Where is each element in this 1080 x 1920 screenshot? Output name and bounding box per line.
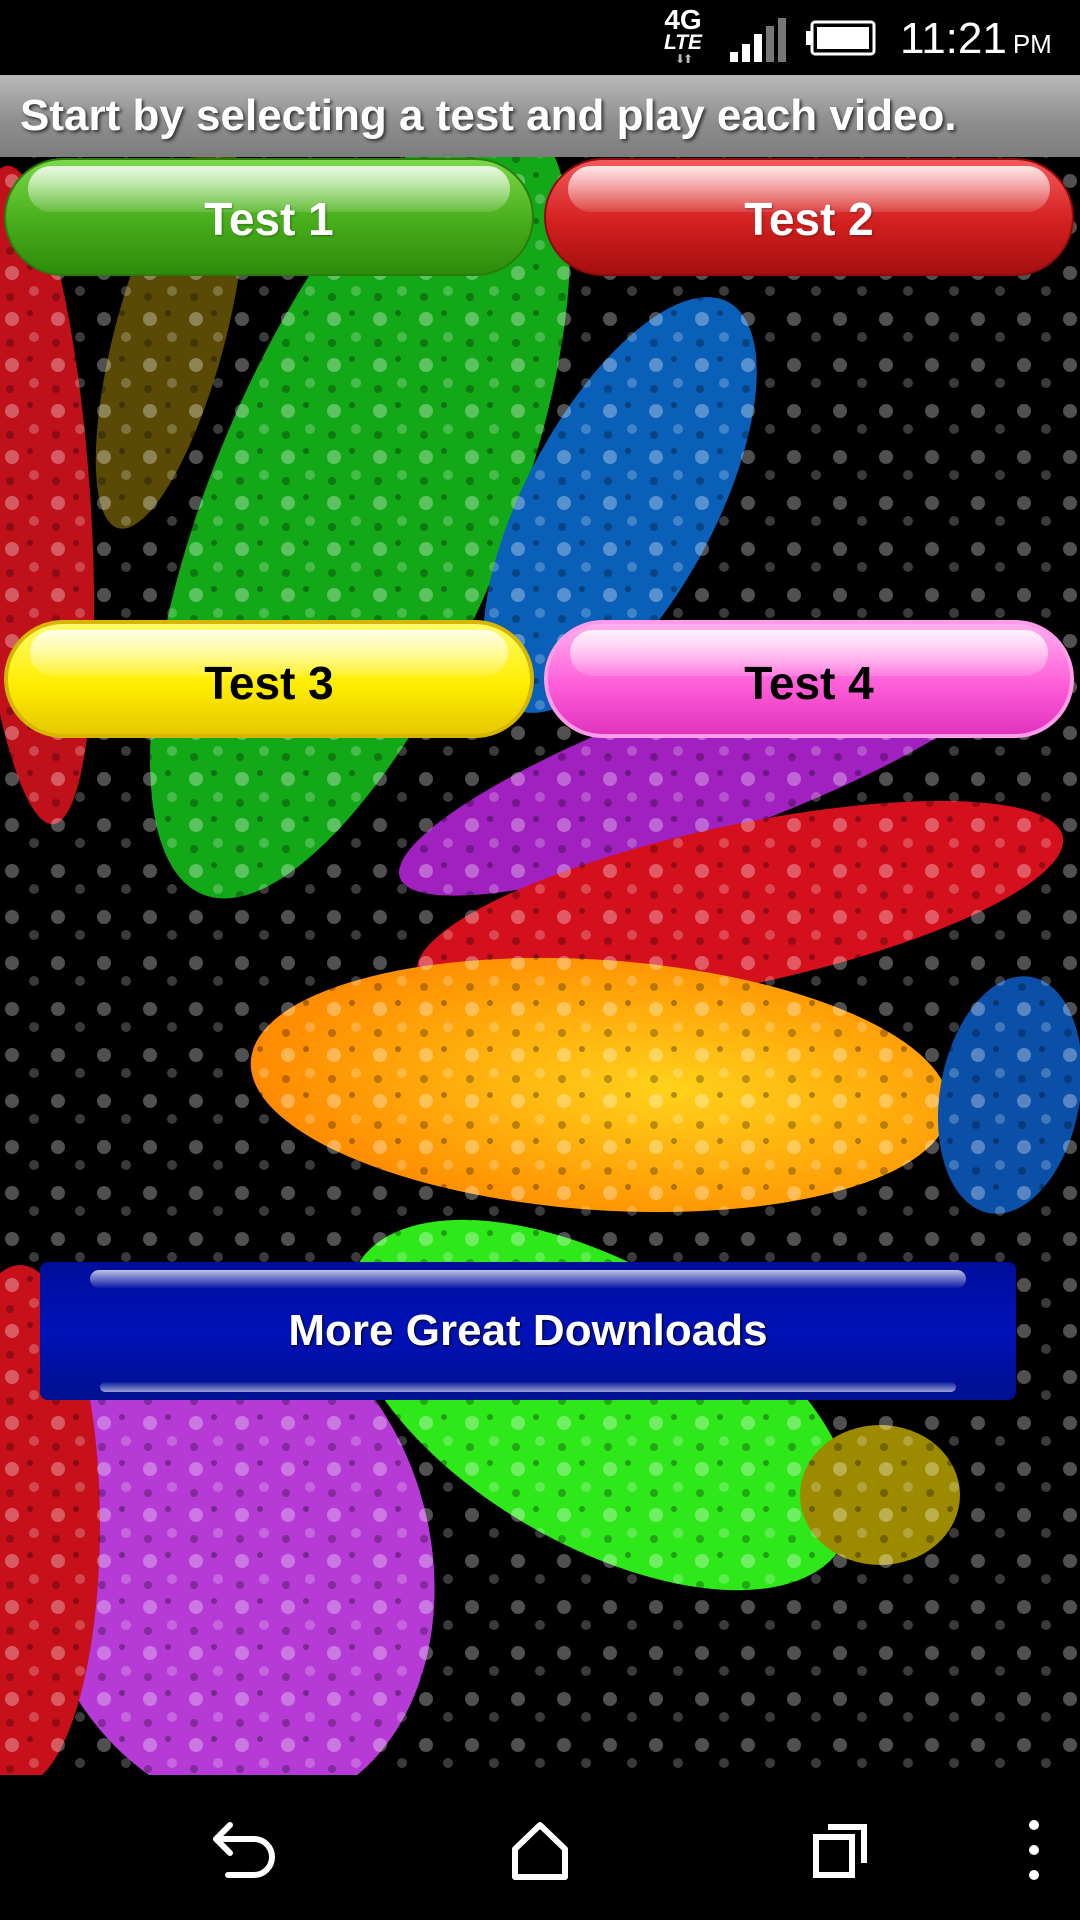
battery-icon: [806, 20, 876, 56]
recents-icon[interactable]: [796, 1805, 886, 1895]
background-wallpaper: [0, 75, 1080, 1775]
back-icon[interactable]: [196, 1805, 286, 1895]
signal-icon: [730, 18, 786, 62]
test-1-button[interactable]: Test 1: [4, 158, 534, 276]
network-4g-lte-icon: 4G LTE ⬇⬆: [663, 4, 703, 66]
navigation-bar: [0, 1775, 1080, 1920]
test-4-label: Test 4: [744, 657, 874, 709]
test-3-label: Test 3: [204, 657, 334, 709]
more-downloads-button[interactable]: More Great Downloads: [40, 1262, 1016, 1400]
status-bar: 4G LTE ⬇⬆ 11:21 PM: [0, 0, 1080, 75]
test-3-button[interactable]: Test 3: [4, 620, 534, 738]
test-1-label: Test 1: [204, 193, 334, 245]
test-2-label: Test 2: [744, 193, 874, 245]
overflow-menu-icon[interactable]: [1000, 1805, 1060, 1895]
test-2-button[interactable]: Test 2: [544, 158, 1074, 276]
home-icon[interactable]: [495, 1805, 585, 1895]
clock: 11:21 PM: [900, 14, 1052, 63]
more-downloads-label: More Great Downloads: [288, 1306, 768, 1355]
test-4-button[interactable]: Test 4: [544, 620, 1074, 738]
instruction-banner: Start by selecting a test and play each …: [0, 75, 1080, 157]
